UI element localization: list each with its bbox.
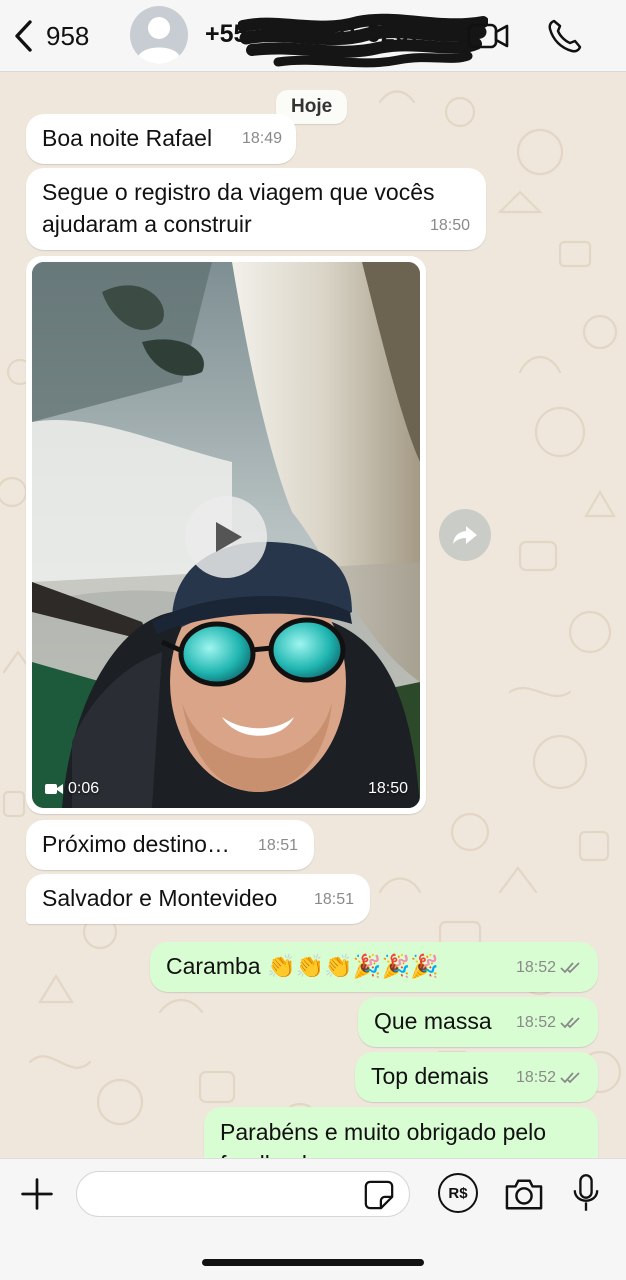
video-thumbnail[interactable]: 0:06 18:50 [32, 262, 420, 808]
pix-icon: R$ [448, 1184, 468, 1202]
outgoing-message[interactable]: Caramba 👏👏👏🎉🎉🎉 18:52 [150, 942, 598, 992]
play-icon [216, 522, 242, 552]
message-time: 18:52 [515, 959, 556, 976]
message-status: 18:52 [516, 1007, 582, 1039]
incoming-message[interactable]: Salvador e Montevideo 18:51 [26, 874, 370, 924]
message-text: Que massa [374, 1008, 492, 1034]
home-indicator[interactable] [202, 1259, 424, 1266]
avatar[interactable] [130, 6, 188, 64]
message-status: 18:52 [516, 952, 582, 984]
outgoing-message[interactable]: Que massa 18:52 [358, 997, 598, 1047]
chat-header: 958 +55 81 93501-9267 [0, 0, 626, 72]
message-text-line: ajudaram a construir [42, 211, 252, 237]
message-list[interactable]: Hoje Boa noite Rafael 18:49 Segue o regi… [0, 72, 626, 1158]
chevron-left-icon [15, 20, 32, 52]
plus-icon [21, 1178, 53, 1210]
unread-count: 958 [46, 20, 90, 51]
message-text-line: Segue o registro da viagem que vocês [42, 179, 435, 205]
play-button[interactable] [185, 496, 267, 578]
message-text: Top demais [371, 1063, 489, 1089]
video-duration: 0:06 [44, 780, 99, 798]
voice-call-button[interactable] [542, 16, 586, 56]
incoming-message[interactable]: Segue o registro da viagem que vocês aju… [26, 168, 486, 250]
video-call-icon [467, 23, 509, 49]
video-duration-text: 0:06 [68, 780, 100, 797]
voice-message-button[interactable] [568, 1171, 604, 1215]
redaction-scribble [238, 13, 488, 68]
outgoing-message[interactable]: Parabéns e muito obrigado pelo feedback [204, 1107, 598, 1158]
video-camera-icon [45, 784, 63, 794]
message-text: Salvador e Montevideo [42, 885, 278, 911]
camera-icon [505, 1179, 543, 1210]
message-input[interactable] [76, 1171, 410, 1217]
attach-button[interactable] [16, 1173, 58, 1215]
sticker-icon [364, 1180, 394, 1210]
message-time: 18:51 [257, 837, 298, 854]
message-text: Caramba 👏👏👏🎉🎉🎉 [166, 953, 439, 979]
message-time: 18:50 [429, 217, 470, 234]
message-time: 18:52 [515, 1069, 556, 1086]
incoming-message[interactable]: Próximo destino… 18:51 [26, 820, 314, 870]
message-time: 18:50 [367, 780, 408, 797]
message-text-line: Parabéns e muito obrigado pelo [220, 1119, 547, 1145]
camera-button[interactable] [502, 1173, 546, 1215]
video-message[interactable]: 0:06 18:50 [26, 256, 426, 814]
microphone-icon [573, 1174, 599, 1211]
forward-icon [453, 526, 477, 544]
message-text: Próximo destino… [42, 831, 230, 857]
phone-icon [548, 19, 582, 53]
message-composer: R$ [0, 1158, 626, 1280]
message-time: 18:51 [313, 891, 354, 908]
double-check-icon [560, 1017, 580, 1029]
pix-payment-button[interactable]: R$ [438, 1173, 478, 1213]
back-button[interactable]: 958 [10, 16, 89, 56]
message-status: 18:52 [516, 1062, 582, 1094]
double-check-icon [560, 962, 580, 974]
forward-button[interactable] [439, 509, 491, 561]
message-time: 18:49 [241, 130, 282, 147]
outgoing-message[interactable]: Top demais 18:52 [355, 1052, 598, 1102]
incoming-message[interactable]: Boa noite Rafael 18:49 [26, 114, 296, 164]
message-text: Boa noite Rafael [42, 125, 213, 151]
sticker-button[interactable] [361, 1177, 397, 1213]
message-time: 18:52 [515, 1014, 556, 1031]
video-call-button[interactable] [466, 16, 510, 56]
double-check-icon [560, 1072, 580, 1084]
avatar-icon [138, 17, 180, 64]
message-text-line: feedback [220, 1148, 313, 1158]
